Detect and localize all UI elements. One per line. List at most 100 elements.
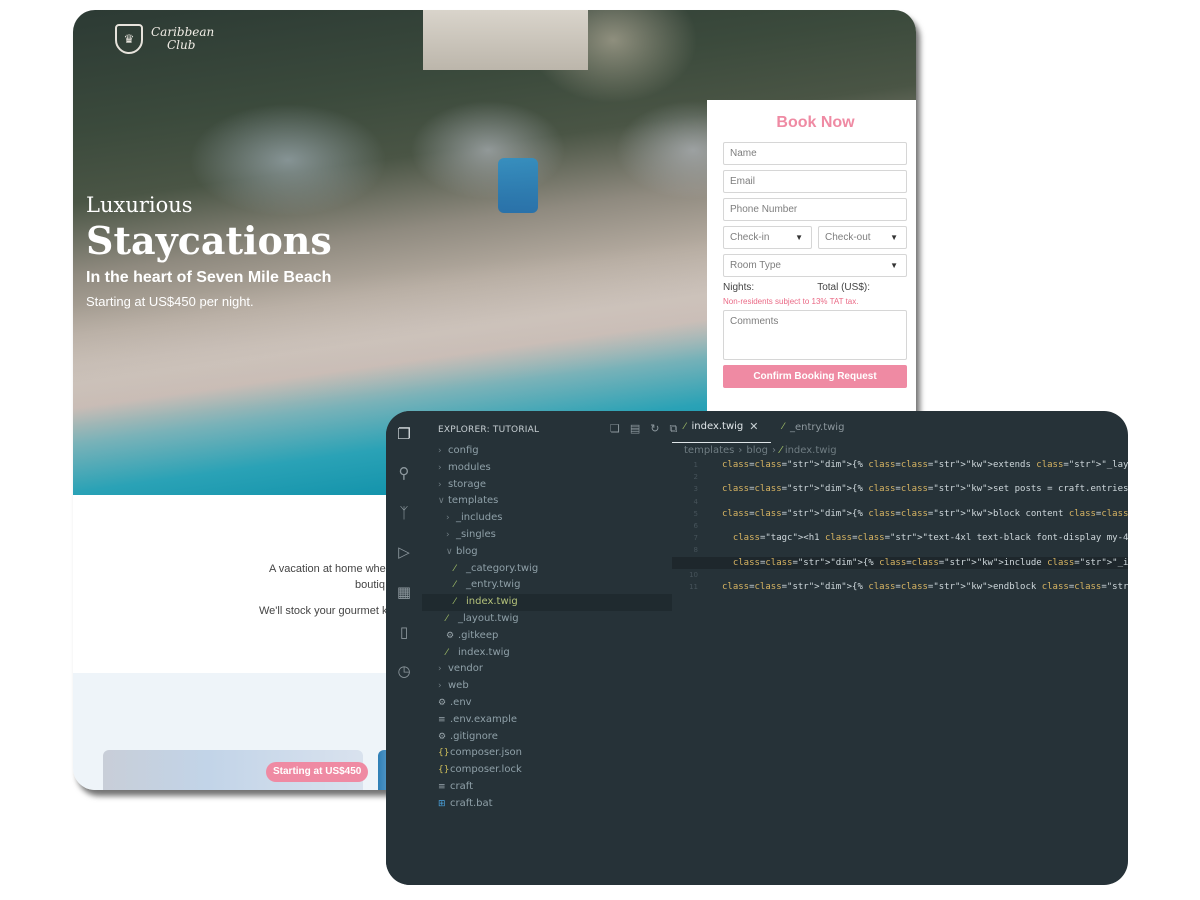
new-folder-icon[interactable]: ▤ <box>630 422 640 436</box>
code-line[interactable] <box>722 520 1128 532</box>
line-number: 3 <box>693 485 698 494</box>
tab-entry-twig[interactable]: ⁄ _entry.twig <box>771 411 857 443</box>
chevron-down-icon: ∨ <box>446 546 453 557</box>
code-line[interactable]: class=class="str">"dim">{% class=class="… <box>672 556 1128 569</box>
tree-item[interactable]: › _singles <box>422 527 672 544</box>
comments-field[interactable]: Comments <box>723 310 907 360</box>
refresh-icon[interactable]: ↻ <box>650 422 659 436</box>
twig-file-icon: ⁄ <box>446 613 448 624</box>
tree-item[interactable]: › modules <box>422 460 672 477</box>
tree-item[interactable]: ∨ templates <box>422 493 672 510</box>
tree-item-label: _singles <box>456 528 496 540</box>
timeline-icon[interactable]: ◷ <box>395 662 413 680</box>
line-number: 2 <box>693 473 698 482</box>
twig-file-icon: ⁄ <box>684 421 686 432</box>
tree-item[interactable]: ∨ blog <box>422 544 672 561</box>
chevron-right-icon: › <box>438 446 442 456</box>
tab-index-twig[interactable]: ⁄ index.twig ✕ <box>672 411 771 443</box>
code-line[interactable]: class="tagc"><h1 class=class="str">"text… <box>722 532 1128 544</box>
tree-item[interactable]: ⚙ .env <box>422 695 672 712</box>
explorer-title: EXPLORER: TUTORIAL <box>438 425 540 435</box>
email-field[interactable]: Email <box>723 170 907 193</box>
tree-item-label: craft.bat <box>450 797 493 809</box>
name-field[interactable]: Name <box>723 142 907 165</box>
breadcrumb-item[interactable]: templates <box>684 445 734 456</box>
activity-bar: ❐ ⚲ ᛉ ▷ ▦ ▯ ◷ <box>386 411 422 885</box>
code-line[interactable] <box>722 569 1128 581</box>
run-debug-icon[interactable]: ▷ <box>395 543 413 561</box>
text-file-icon: ≡ <box>438 714 446 725</box>
tree-item-label: craft <box>450 780 474 792</box>
code-line[interactable] <box>722 544 1128 556</box>
tree-item[interactable]: › _includes <box>422 510 672 527</box>
tree-item[interactable]: ⁄ _layout.twig <box>422 611 672 628</box>
search-icon[interactable]: ⚲ <box>395 464 413 482</box>
bookmark-icon[interactable]: ▯ <box>395 623 413 641</box>
chevron-right-icon: › <box>738 445 743 456</box>
room-type-label: Room Type <box>730 260 781 271</box>
files-icon[interactable]: ❐ <box>395 425 413 443</box>
tab-bar: ⁄ index.twig ✕ ⁄ _entry.twig <box>672 411 1128 443</box>
tree-item-label: composer.json <box>450 747 523 759</box>
checkout-select[interactable]: Check-out ▼ <box>818 226 907 249</box>
tree-item-label: .gitkeep <box>458 629 499 641</box>
code-pane: ⁄ index.twig ✕ ⁄ _entry.twig templates › b… <box>672 411 1128 885</box>
close-icon[interactable]: ✕ <box>749 420 758 433</box>
phone-field[interactable]: Phone Number <box>723 198 907 221</box>
breadcrumb-item[interactable]: index.twig <box>785 445 837 456</box>
twig-file-icon: ⁄ <box>454 563 456 574</box>
booking-form: Book Now Name Email Phone Number Check-i… <box>707 100 916 425</box>
gear-icon: ⚙ <box>438 731 447 742</box>
tree-item[interactable]: › config <box>422 443 672 460</box>
extensions-icon[interactable]: ▦ <box>395 583 413 601</box>
code-text-area[interactable]: class=class="str">"dim">{% class=class="… <box>672 459 1128 593</box>
confirm-booking-button[interactable]: Confirm Booking Request <box>723 365 907 388</box>
line-number: 4 <box>693 497 698 506</box>
code-line[interactable] <box>722 471 1128 483</box>
code-line[interactable]: class=class="str">"dim">{% class=class="… <box>722 483 1128 495</box>
tree-item[interactable]: › web <box>422 678 672 695</box>
breadcrumb-item[interactable]: blog <box>746 445 768 456</box>
new-file-icon[interactable]: ❏ <box>610 422 620 436</box>
source-control-icon[interactable]: ᛉ <box>395 504 413 522</box>
chevron-right-icon: › <box>438 681 442 692</box>
tree-item[interactable]: {}composer.json <box>422 745 672 762</box>
tree-item[interactable]: ⁄ index.twig <box>422 594 672 611</box>
tree-item[interactable]: ⚙ .gitignore <box>422 729 672 746</box>
room-type-select[interactable]: Room Type ▼ <box>723 254 907 277</box>
tree-item[interactable]: {}composer.lock <box>422 762 672 779</box>
tree-item[interactable]: ⊞ craft.bat <box>422 796 672 813</box>
site-logo[interactable]: ♛ Caribbean Club <box>115 24 214 54</box>
tree-item[interactable]: ≡ .env.example <box>422 712 672 729</box>
tree-item[interactable]: ⁄ index.twig <box>422 645 672 662</box>
file-tree: › config › modules › storage ∨ templates › _inclu… <box>422 443 672 813</box>
tree-item[interactable]: ⚙ .gitkeep <box>422 628 672 645</box>
code-line[interactable] <box>722 496 1128 508</box>
checkin-select[interactable]: Check-in ▼ <box>723 226 812 249</box>
tree-item-label: storage <box>448 478 486 490</box>
code-line[interactable]: class=class="str">"dim">{% class=class="… <box>722 508 1128 520</box>
tree-item-label: index.twig <box>458 646 510 658</box>
tree-item[interactable]: ⁄ _entry.twig <box>422 577 672 594</box>
twig-file-icon: ⁄ <box>782 422 785 432</box>
chevron-right-icon: › <box>771 445 776 456</box>
tree-item[interactable]: ≡ craft <box>422 779 672 796</box>
explorer-toolbar: ❏ ▤ ↻ ⧉ <box>610 422 677 436</box>
tree-item[interactable]: ⁄ _category.twig <box>422 561 672 578</box>
tree-item[interactable]: › storage <box>422 477 672 494</box>
line-number-gutter: 1234567891011 <box>672 459 702 593</box>
intro-line2: boutiq <box>355 579 385 591</box>
json-file-icon: {} <box>438 765 450 776</box>
tree-item-label: .env.example <box>450 713 518 725</box>
booking-title: Book Now <box>776 114 855 131</box>
code-line[interactable]: class=class="str">"dim">{% class=class="… <box>722 459 1128 471</box>
caret-down-icon: ▼ <box>890 261 898 270</box>
code-editor-window: ❐ ⚲ ᛉ ▷ ▦ ▯ ◷ EXPLORER: TUTORIAL ❏ ▤ ↻ ⧉… <box>386 411 1128 885</box>
code-line[interactable]: class=class="str">"dim">{% class=class="… <box>722 581 1128 593</box>
line-number: 1 <box>693 461 698 469</box>
tree-item-label: modules <box>448 461 491 473</box>
tab-label: _entry.twig <box>790 421 845 433</box>
room-price-badge: Starting at US$450 <box>266 762 369 782</box>
tree-item[interactable]: › vendor <box>422 661 672 678</box>
line-number: 11 <box>689 582 698 591</box>
